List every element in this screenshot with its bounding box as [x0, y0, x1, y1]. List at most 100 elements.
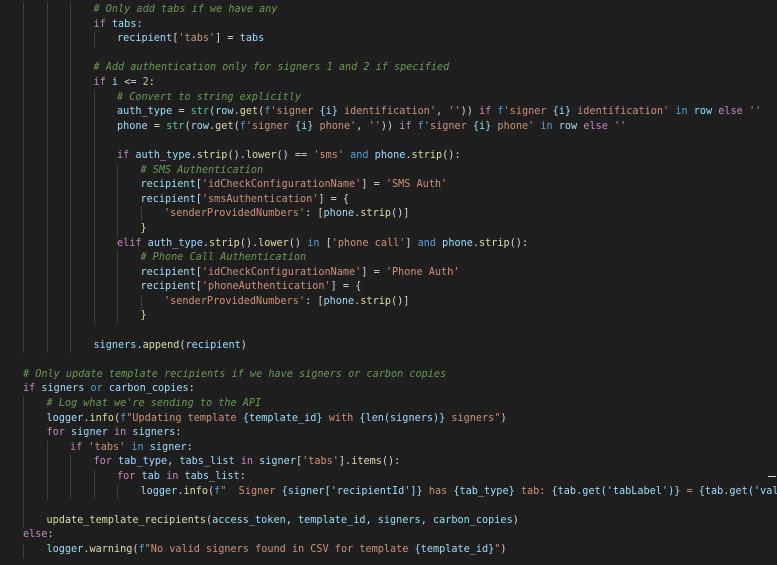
code-line[interactable]: # Only add tabs if we have any: [0, 3, 777, 18]
indent-guide: [23, 207, 24, 222]
indent-guide: [46, 90, 48, 106]
code-line[interactable]: [0, 324, 777, 339]
code-line[interactable]: }: [0, 309, 777, 325]
indent-guide: [117, 221, 118, 237]
code-line[interactable]: phone = str(row.get(f'signer {i} phone',…: [0, 119, 777, 135]
indent-guide: [93, 134, 95, 149]
code-token: ): [240, 339, 247, 351]
code-line[interactable]: recipient['tabs'] = tabs: [0, 32, 777, 47]
code-line[interactable]: recipient['phoneAuthentication'] = {: [0, 280, 777, 295]
code-line[interactable]: if tabs:: [0, 17, 777, 33]
indent-guide: [70, 46, 71, 62]
code-line[interactable]: else:: [0, 528, 777, 543]
indent-guide: [23, 221, 24, 237]
indent-guide: [93, 280, 95, 295]
code-line[interactable]: signers.append(recipient): [0, 338, 777, 354]
indent-guide: [117, 178, 118, 193]
indent-guide: [70, 192, 71, 208]
code-token: row: [215, 106, 234, 118]
code-line[interactable]: for signer in signers:: [0, 426, 777, 441]
code-text: recipient['idCheckConfigurationName'] = …: [141, 266, 460, 281]
code-line[interactable]: if auth_type.strip().lower() == 'sms' an…: [0, 148, 777, 164]
code-token: recipient: [140, 193, 196, 205]
code-line[interactable]: # Convert to string explicitly: [0, 90, 777, 106]
code-token: }: [140, 222, 147, 234]
code-token: ():: [509, 237, 529, 249]
code-token: {template_id}: [242, 412, 323, 424]
code-line[interactable]: update_template_recipients(access_token,…: [0, 513, 777, 529]
code-token: strip: [411, 149, 443, 161]
code-line[interactable]: for tab_type, tabs_list in signer['tabs'…: [0, 455, 777, 470]
code-line[interactable]: # Add authentication only for signers 1 …: [0, 61, 777, 76]
indent-guide: [93, 470, 95, 485]
code-text: }: [141, 309, 147, 324]
code-line[interactable]: 'senderProvidedNumbers': [phone.strip()]: [0, 294, 777, 310]
indent-guide: [23, 17, 24, 33]
code-text: # Log what we're sending to the API: [47, 397, 262, 412]
code-token: {i}: [472, 120, 492, 132]
code-token: 'tabs': [302, 456, 339, 468]
indent-guide: [46, 338, 48, 354]
indent-guide: [46, 17, 48, 33]
code-line[interactable]: # Only update template recipients if we …: [0, 368, 777, 383]
code-token: # Add authentication only for signers 1 …: [93, 62, 450, 74]
code-token: "Updating template: [126, 412, 243, 424]
code-line[interactable]: if i <= 2:: [0, 75, 777, 91]
code-token: {len(signers)}: [359, 412, 446, 424]
code-line[interactable]: # Phone Call Authentication: [0, 251, 777, 266]
code-line[interactable]: if 'tabs' in signer:: [0, 440, 777, 456]
code-token: items: [351, 456, 382, 468]
code-editor[interactable]: # Only add tabs if we have any if tabs: re…: [0, 0, 777, 565]
indent-guide: [46, 251, 48, 266]
code-line[interactable]: for tab in tabs_list:: [0, 470, 777, 485]
indent-guide: [23, 251, 24, 266]
code-line[interactable]: recipient['idCheckConfigurationName'] = …: [0, 265, 777, 281]
code-token: =: [147, 120, 167, 132]
code-line[interactable]: logger.warning(f"No valid signers found …: [0, 542, 777, 558]
code-token: info: [183, 485, 208, 497]
indent-guide: [23, 119, 24, 135]
indent-guide: [23, 90, 24, 106]
code-token: '': [742, 106, 762, 118]
code-token: phone: [323, 295, 355, 307]
code-token: "No valid signers found in CSV for templ…: [144, 543, 415, 555]
code-token: ] =: [361, 266, 386, 278]
code-line[interactable]: }: [0, 221, 777, 237]
code-line[interactable]: # SMS Authentication: [0, 163, 777, 179]
code-line[interactable]: if signers or carbon_copies:: [0, 382, 777, 397]
code-token: carbon_copies: [102, 383, 189, 395]
indent-guide: [70, 251, 71, 266]
code-token: lower: [258, 237, 289, 249]
code-token: ): [500, 543, 507, 555]
code-line[interactable]: [0, 134, 777, 149]
indent-guide: [46, 163, 48, 179]
indent-guide: [46, 3, 48, 18]
indent-guide: [46, 294, 48, 310]
code-line[interactable]: recipient['smsAuthentication'] = {: [0, 192, 777, 208]
indent-guide: [70, 338, 71, 354]
code-line[interactable]: logger.info(f"Updating template {templat…: [0, 411, 777, 427]
code-line[interactable]: [0, 499, 777, 514]
code-lines[interactable]: # Only add tabs if we have any if tabs: re…: [0, 3, 777, 558]
code-line[interactable]: # Log what we're sending to the API: [0, 397, 777, 412]
code-token: strip: [360, 295, 391, 307]
code-token: 'sms': [313, 149, 344, 161]
code-text: recipient['tabs'] = tabs: [117, 32, 264, 47]
code-token: signer: [143, 441, 187, 453]
code-token: and: [417, 237, 437, 249]
code-line[interactable]: 'senderProvidedNumbers': [phone.strip()]: [0, 207, 777, 222]
code-line[interactable]: [0, 353, 777, 368]
code-line[interactable]: elif auth_type.strip().lower() in ['phon…: [0, 236, 777, 252]
code-line[interactable]: recipient['idCheckConfigurationName'] = …: [0, 178, 777, 193]
code-text: # Only add tabs if we have any: [94, 3, 278, 18]
indent-guide: [93, 484, 95, 500]
code-token: {tab.get('tabLabel')}: [551, 485, 681, 497]
code-line[interactable]: auth_type = str(row.get(f'signer {i} ide…: [0, 105, 777, 120]
indent-guide: [23, 294, 24, 310]
code-token: and: [350, 149, 369, 161]
code-token: ] =: [215, 33, 240, 45]
code-line[interactable]: [0, 46, 777, 62]
code-token: in: [166, 471, 179, 482]
code-token: 'signer: [503, 106, 553, 118]
code-line[interactable]: logger.info(f" Signer {signer['recipient…: [0, 484, 777, 500]
